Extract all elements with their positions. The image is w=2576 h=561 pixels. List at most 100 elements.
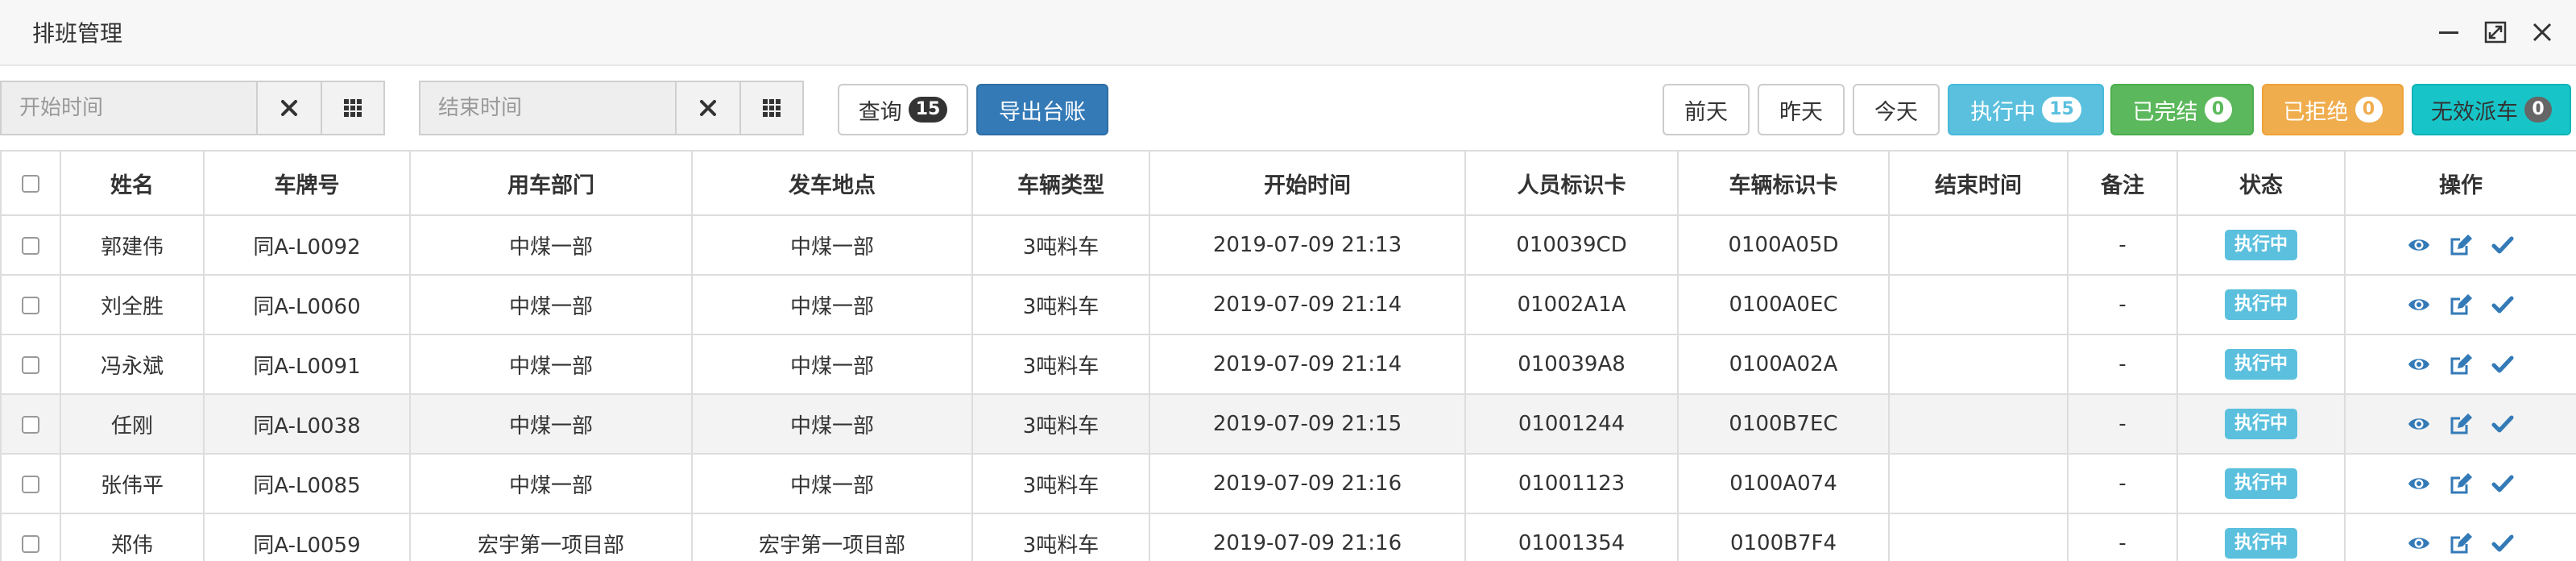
row-select-cell[interactable] <box>0 334 61 395</box>
eye-icon[interactable] <box>2405 291 2433 318</box>
eye-icon[interactable] <box>2405 231 2433 259</box>
end-time-group <box>419 81 804 135</box>
cell-name: 任刚 <box>60 393 205 455</box>
row-checkbox[interactable] <box>22 296 39 314</box>
edit-icon[interactable] <box>2447 231 2475 259</box>
cell-type: 3吨料车 <box>971 214 1150 276</box>
edit-icon[interactable] <box>2447 410 2475 438</box>
row-select-cell[interactable] <box>0 274 61 335</box>
cell-vehicle-card: 0100A0EC <box>1677 274 1890 335</box>
row-select-cell[interactable] <box>0 453 61 514</box>
row-checkbox[interactable] <box>22 475 39 493</box>
cell-status: 执行中 <box>2176 453 2346 514</box>
check-icon[interactable] <box>2489 530 2516 557</box>
query-button[interactable]: 查询 15 <box>838 84 968 135</box>
yesterday-button[interactable]: 昨天 <box>1758 84 1845 135</box>
window-controls <box>2434 18 2557 47</box>
close-icon[interactable] <box>2528 18 2557 47</box>
cell-location: 中煤一部 <box>691 334 973 395</box>
eye-icon[interactable] <box>2405 351 2433 378</box>
cell-dept: 中煤一部 <box>409 393 693 455</box>
eye-icon[interactable] <box>2405 530 2433 557</box>
edit-icon[interactable] <box>2447 530 2475 557</box>
cell-start: 2019-07-09 21:16 <box>1149 453 1466 514</box>
cell-type: 3吨料车 <box>971 453 1150 514</box>
table-row: 张伟平 同A-L0085 中煤一部 中煤一部 3吨料车 2019-07-09 2… <box>0 453 2576 514</box>
edit-icon[interactable] <box>2447 351 2475 378</box>
eye-icon[interactable] <box>2405 410 2433 438</box>
table-row: 郭建伟 同A-L0092 中煤一部 中煤一部 3吨料车 2019-07-09 2… <box>0 214 2576 276</box>
status-badge: 执行中 <box>2224 409 2297 439</box>
check-icon[interactable] <box>2489 470 2516 497</box>
check-icon[interactable] <box>2489 410 2516 438</box>
start-time-group <box>0 81 385 135</box>
cell-end <box>1888 453 2069 514</box>
check-icon[interactable] <box>2489 231 2516 259</box>
invalid-label: 无效派车 <box>2431 99 2518 125</box>
cell-name: 冯永斌 <box>60 334 205 395</box>
cell-actions <box>2344 334 2576 395</box>
schedule-table-container: 姓名 车牌号 用车部门 发车地点 车辆类型 开始时间 人员标识卡 车辆标识卡 结… <box>0 150 2576 561</box>
row-checkbox[interactable] <box>22 534 39 553</box>
status-badge: 执行中 <box>2224 528 2297 559</box>
end-time-input[interactable] <box>420 82 677 134</box>
row-select-cell[interactable] <box>0 513 61 561</box>
edit-icon[interactable] <box>2447 291 2475 318</box>
check-icon[interactable] <box>2489 351 2516 378</box>
row-checkbox[interactable] <box>22 236 39 255</box>
filter-rejected-button[interactable]: 已拒绝 0 <box>2262 84 2404 135</box>
col-header-actions: 操作 <box>2344 150 2576 216</box>
times-icon <box>700 100 716 116</box>
cell-dept: 中煤一部 <box>409 214 693 276</box>
maximize-icon[interactable] <box>2481 18 2510 47</box>
cell-person-card: 01001244 <box>1464 393 1679 455</box>
cell-actions <box>2344 393 2576 455</box>
edit-icon[interactable] <box>2447 470 2475 497</box>
end-picker-button[interactable] <box>739 82 802 134</box>
cell-remark: - <box>2067 393 2178 455</box>
cell-actions <box>2344 274 2576 335</box>
status-badge: 执行中 <box>2224 230 2297 260</box>
cell-end <box>1888 334 2069 395</box>
table-row: 任刚 同A-L0038 中煤一部 中煤一部 3吨料车 2019-07-09 21… <box>0 393 2576 455</box>
select-all-cell[interactable] <box>0 150 61 216</box>
select-all-checkbox[interactable] <box>22 175 39 193</box>
done-count-badge: 0 <box>2204 97 2232 123</box>
running-count-badge: 15 <box>2042 97 2081 123</box>
filter-done-button[interactable]: 已完结 0 <box>2110 84 2254 135</box>
cell-dept: 中煤一部 <box>409 274 693 335</box>
cell-remark: - <box>2067 453 2178 514</box>
row-checkbox[interactable] <box>22 355 39 374</box>
query-count-badge: 15 <box>908 97 948 123</box>
cell-plate: 同A-L0085 <box>203 453 411 514</box>
table-header-row: 姓名 车牌号 用车部门 发车地点 车辆类型 开始时间 人员标识卡 车辆标识卡 结… <box>0 150 2576 216</box>
row-select-cell[interactable] <box>0 393 61 455</box>
clear-end-button[interactable] <box>677 82 739 134</box>
cell-end <box>1888 513 2069 561</box>
cell-dept: 中煤一部 <box>409 453 693 514</box>
cell-person-card: 01001123 <box>1464 453 1679 514</box>
start-picker-button[interactable] <box>321 82 383 134</box>
schedule-table: 姓名 车牌号 用车部门 发车地点 车辆类型 开始时间 人员标识卡 车辆标识卡 结… <box>0 150 2576 561</box>
cell-start: 2019-07-09 21:16 <box>1149 513 1466 561</box>
minimize-icon[interactable] <box>2434 18 2463 47</box>
filter-invalid-button[interactable]: 无效派车 0 <box>2412 84 2571 135</box>
row-select-cell[interactable] <box>0 214 61 276</box>
cell-actions <box>2344 513 2576 561</box>
check-icon[interactable] <box>2489 291 2516 318</box>
row-checkbox[interactable] <box>22 415 39 434</box>
prev-day-button[interactable]: 前天 <box>1663 84 1750 135</box>
cell-remark: - <box>2067 513 2178 561</box>
cell-end <box>1888 393 2069 455</box>
cell-status: 执行中 <box>2176 214 2346 276</box>
cell-status: 执行中 <box>2176 513 2346 561</box>
export-button[interactable]: 导出台账 <box>976 84 1108 135</box>
today-button[interactable]: 今天 <box>1853 84 1940 135</box>
start-time-input[interactable] <box>2 82 258 134</box>
col-header-dept: 用车部门 <box>409 150 693 216</box>
status-badge: 执行中 <box>2224 289 2297 320</box>
cell-location: 中煤一部 <box>691 453 973 514</box>
filter-running-button[interactable]: 执行中 15 <box>1948 84 2104 135</box>
clear-start-button[interactable] <box>258 82 321 134</box>
eye-icon[interactable] <box>2405 470 2433 497</box>
